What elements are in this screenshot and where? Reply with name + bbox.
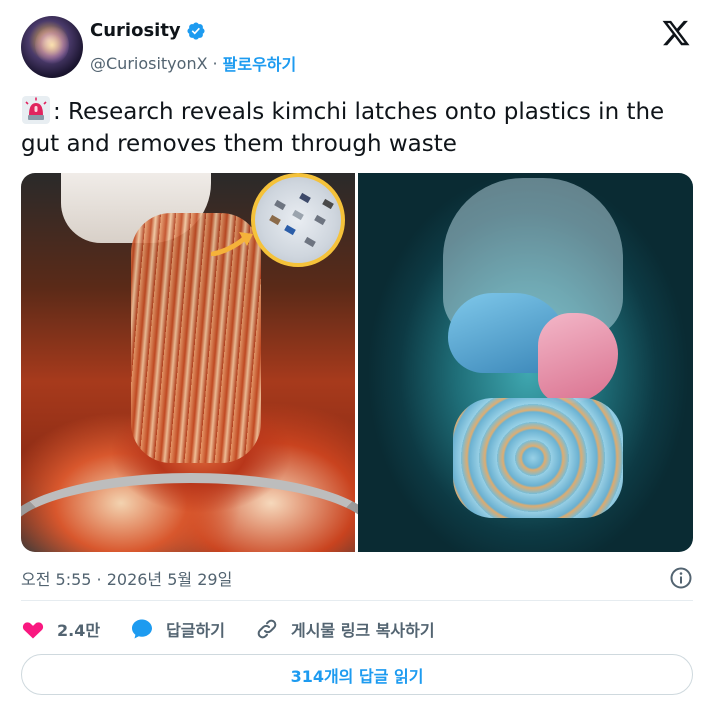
action-bar: 2.4만 답글하기 게시물 링크 복사하기 — [21, 616, 465, 642]
copy-link-button[interactable]: 게시물 링크 복사하기 — [255, 617, 435, 641]
handle-row: @CuriosityonX · 팔로우하기 — [90, 51, 296, 75]
intestines — [453, 398, 623, 518]
heart-icon — [22, 622, 44, 639]
separator-dot: · — [212, 53, 218, 73]
kimchi-photo[interactable] — [21, 173, 381, 552]
siren-icon — [22, 96, 50, 124]
like-count: 2.4만 — [57, 621, 101, 640]
copy-link-label: 게시물 링크 복사하기 — [290, 621, 435, 640]
microplastics-zoom — [251, 173, 345, 267]
timestamp-row: 오전 5:55 · 2026년 5월 29일 — [21, 566, 693, 590]
avatar[interactable] — [21, 16, 83, 78]
reply-label: 답글하기 — [166, 621, 225, 640]
x-logo-icon[interactable] — [661, 18, 691, 48]
info-icon[interactable] — [669, 566, 693, 590]
divider — [21, 600, 693, 601]
like-button[interactable]: 2.4만 — [21, 617, 100, 641]
tweet-media[interactable] — [21, 173, 693, 552]
follow-button[interactable]: 팔로우하기 — [223, 51, 297, 75]
reply-button[interactable]: 답글하기 — [130, 617, 225, 641]
stomach — [538, 313, 618, 403]
author-handle[interactable]: @CuriosityonX — [90, 54, 208, 73]
author-name-row: Curiosity — [90, 20, 206, 41]
timestamp[interactable]: 오전 5:55 · 2026년 5월 29일 — [21, 566, 232, 590]
author-name[interactable]: Curiosity — [90, 20, 181, 41]
verified-badge-icon — [187, 21, 205, 40]
read-replies-button[interactable]: 314개의 답글 읽기 — [21, 654, 693, 695]
anatomy-illustration[interactable] — [358, 173, 693, 552]
tweet-text: : Research reveals kimchi latches onto p… — [21, 95, 693, 160]
pot — [21, 473, 381, 552]
link-icon — [257, 619, 277, 639]
read-replies-label: 314개의 답글 읽기 — [290, 666, 424, 686]
reply-bubble-icon — [132, 619, 153, 639]
tweet-body: : Research reveals kimchi latches onto p… — [21, 99, 665, 157]
